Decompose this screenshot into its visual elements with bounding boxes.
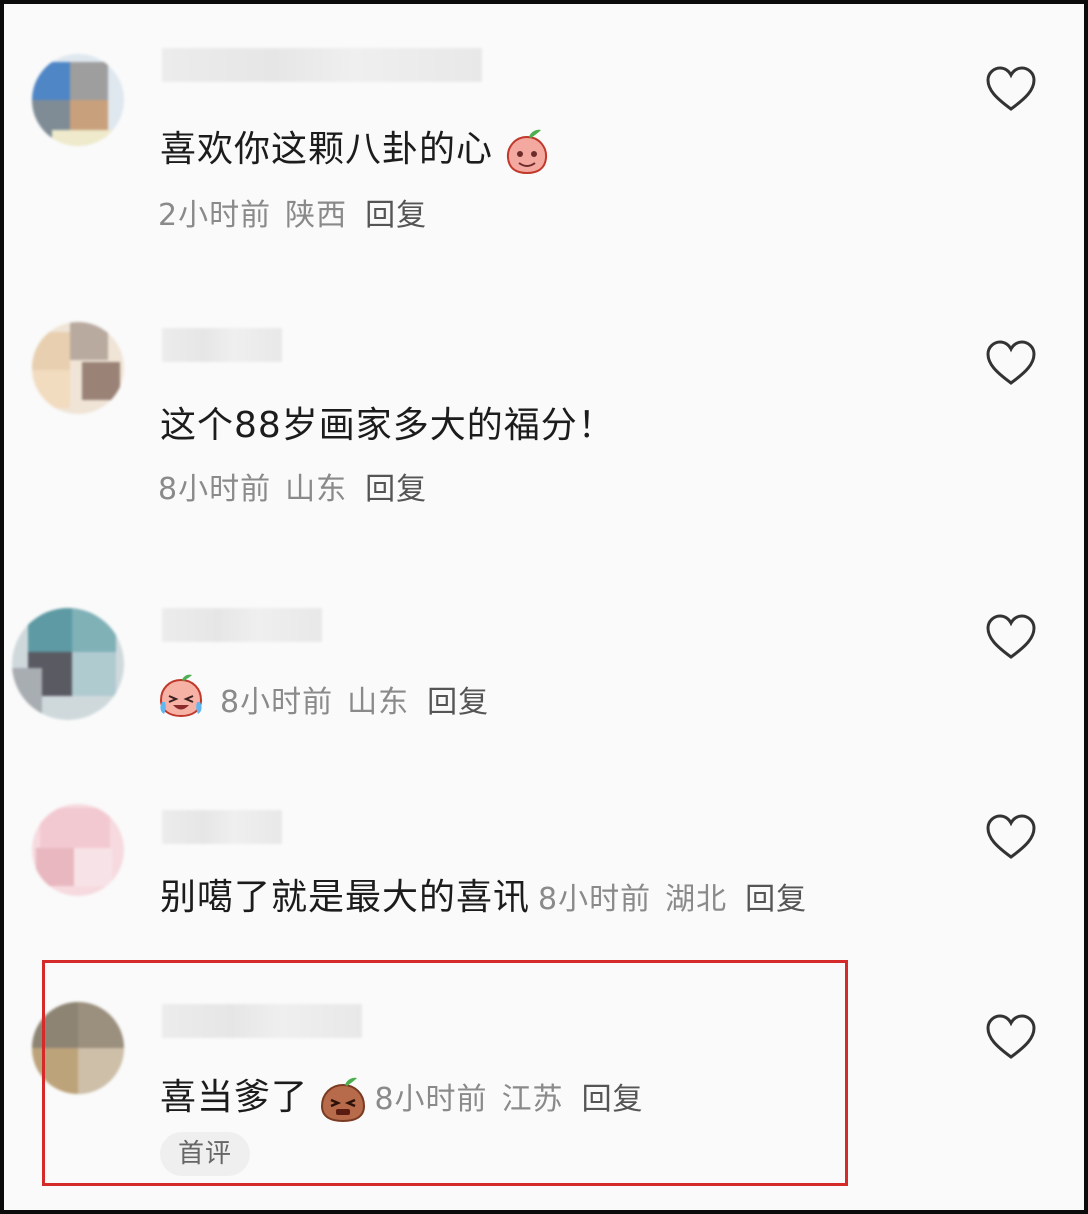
heart-outline-icon[interactable]: [986, 340, 1036, 386]
avatar[interactable]: [32, 322, 124, 414]
avatar[interactable]: [32, 54, 124, 146]
reply-button[interactable]: 回复: [427, 685, 489, 720]
comment-location: 山东: [285, 472, 348, 507]
reply-button[interactable]: 回复: [745, 882, 807, 917]
highlight-box: [42, 960, 848, 1186]
comment-text: 喜欢你这颗八卦的心: [160, 120, 549, 175]
username-blurred[interactable]: [162, 328, 282, 362]
reply-button[interactable]: 回复: [365, 472, 427, 507]
pink-peach-face-emoji: [507, 129, 548, 175]
avatar[interactable]: [32, 804, 124, 896]
heart-outline-icon[interactable]: [986, 1014, 1036, 1060]
heart-outline-icon[interactable]: [986, 66, 1036, 112]
username-blurred[interactable]: [162, 810, 282, 844]
username-blurred[interactable]: [162, 48, 482, 82]
crying-laughing-peach-emoji: [159, 674, 203, 718]
comment-meta: 2小时前 陕西 回复: [158, 190, 427, 234]
comment-time: 8小时前: [158, 472, 272, 507]
reply-button[interactable]: 回复: [365, 198, 427, 233]
heart-outline-icon[interactable]: [986, 614, 1036, 660]
comment-meta: 8小时前 山东 回复: [158, 674, 489, 721]
comment-time: 8小时前: [220, 685, 334, 720]
comment-time: 8小时前: [538, 882, 652, 917]
comment-list: 喜欢你这颗八卦的心 2小时前 陕西 回复 这个88岁画家多大的福分！ 8小时前 山东回…: [0, 0, 1088, 1214]
comment-text: 这个88岁画家多大的福分！: [160, 405, 615, 446]
username-blurred[interactable]: [162, 608, 322, 642]
comment-location: 山东: [347, 685, 410, 720]
comment-location: 湖北: [665, 882, 728, 917]
heart-outline-icon[interactable]: [986, 814, 1036, 860]
comment-time: 2小时前: [158, 198, 272, 233]
comment-location: 陕西: [285, 198, 348, 233]
comment-meta: 8小时前 山东 回复: [158, 464, 427, 508]
avatar[interactable]: [12, 608, 124, 720]
comment-text: 别噶了就是最大的喜讯 8小时前 湖北 回复: [160, 877, 808, 918]
